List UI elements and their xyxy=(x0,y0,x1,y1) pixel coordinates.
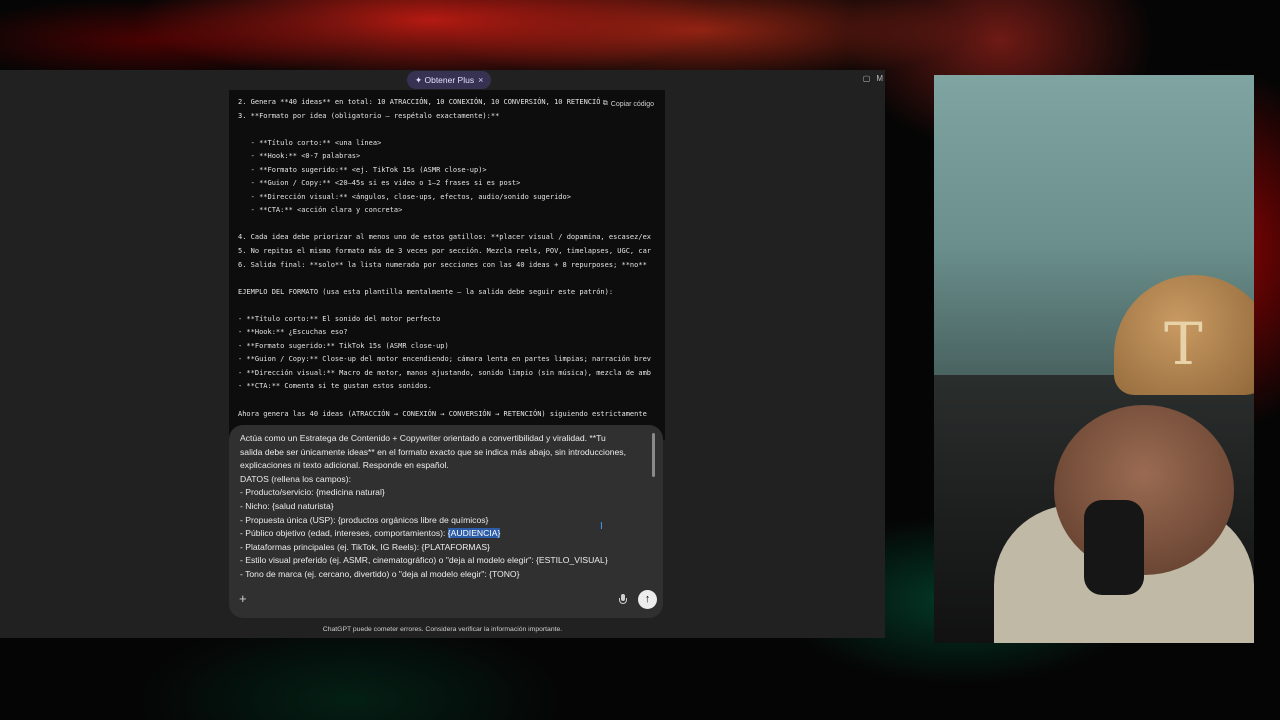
code-line: Ahora genera las 40 ideas (ATRACCIÓN → C… xyxy=(238,409,647,418)
chatgpt-window: ✦ Obtener Plus × ▢ M 2. Genera **40 idea… xyxy=(0,70,885,638)
webcam-overlay: T xyxy=(934,75,1254,643)
code-line: 3. **Formato por idea (obligatorio — res… xyxy=(238,111,500,120)
prompt-line: DATOS (rellena los campos): xyxy=(240,473,351,484)
prompt-line: - Tono de marca (ej. cercano, divertido)… xyxy=(240,568,520,579)
code-line: - **Título corto:** El sonido del motor … xyxy=(238,314,441,323)
prompt-line: - Producto/servicio: {medicina natural} xyxy=(240,487,385,498)
code-line: - **CTA:** Comenta si te gustan estos so… xyxy=(238,382,432,391)
prompt-line: - Estilo visual preferido (ej. ASMR, cin… xyxy=(240,555,608,566)
get-plus-label: ✦ Obtener Plus xyxy=(415,75,475,85)
prompt-line-audience: - Público objetivo (edad, intereses, com… xyxy=(240,527,645,541)
code-line: 4. Cada idea debe priorizar al menos uno… xyxy=(238,233,652,242)
code-line: - **Hook:** <0-7 palabras> xyxy=(238,152,361,161)
corner-controls: ▢ M xyxy=(863,74,883,83)
code-line: - **Título corto:** <una línea> xyxy=(238,138,382,147)
copy-code-button[interactable]: ⧉ Copiar código xyxy=(599,99,657,109)
copy-code-label: Copiar código xyxy=(610,100,654,108)
text-cursor-icon: I xyxy=(600,521,603,532)
prompt-input[interactable]: Actúa como un Estratega de Contenido + C… xyxy=(240,432,645,584)
prompt-line: - Nicho: {salud naturista} xyxy=(240,500,334,511)
copy-icon: ⧉ xyxy=(602,100,608,107)
audience-selected-text[interactable]: {AUDIENCIA} xyxy=(447,528,501,539)
get-plus-button[interactable]: ✦ Obtener Plus × xyxy=(407,71,492,89)
code-block: 2. Genera **40 ideas** en total: 10 ATRA… xyxy=(229,90,665,440)
code-line: - **Dirección visual:** <ángulos, close-… xyxy=(238,192,571,201)
prompt-line: - Propuesta única (USP): {productos orgá… xyxy=(240,514,489,525)
disclaimer-text: ChatGPT puede cometer errores. Considera… xyxy=(322,626,563,633)
microphone xyxy=(1084,500,1144,595)
code-line: - **CTA:** <acción clara y concreta> xyxy=(238,206,403,215)
code-line: - **Formato sugerido:** TikTok 15s (ASMR… xyxy=(238,341,449,350)
add-attachment-button[interactable]: + xyxy=(239,591,247,606)
prompt-line: explicaciones ni texto adicional. Respon… xyxy=(240,460,449,471)
code-line: 6. Salida final: **solo** la lista numer… xyxy=(238,260,647,269)
close-icon[interactable]: × xyxy=(478,71,483,89)
code-line: - **Guion / Copy:** <20–45s si es video … xyxy=(238,179,521,188)
microphone-icon[interactable] xyxy=(618,594,628,606)
corner-label[interactable]: M xyxy=(876,74,883,83)
audience-prefix: - Público objetivo (edad, intereses, com… xyxy=(240,528,448,539)
code-line: - **Formato sugerido:** <ej. TikTok 15s … xyxy=(238,165,487,174)
code-line: - **Hook:** ¿Escuchas eso? xyxy=(238,328,348,337)
code-line: - **Guion / Copy:** Close-up del motor e… xyxy=(238,355,652,364)
prompt-line: Actúa como un Estratega de Contenido + C… xyxy=(240,433,606,443)
code-lines: 2. Genera **40 ideas** en total: 10 ATRA… xyxy=(238,96,663,421)
message-composer[interactable]: Actúa como un Estratega de Contenido + C… xyxy=(229,425,663,618)
person-face xyxy=(1054,405,1234,575)
prompt-line: - Restricciones (qué evitar): {RESTRICCI… xyxy=(240,582,645,584)
code-line: - **Dirección visual:** Macro de motor, … xyxy=(238,368,652,377)
code-line: EJEMPLO DEL FORMATO (usa esta plantilla … xyxy=(238,287,614,296)
send-button[interactable]: ↑ xyxy=(638,590,657,609)
prompt-line: - Plataformas principales (ej. TikTok, I… xyxy=(240,541,490,552)
cap-logo: T xyxy=(1164,310,1203,378)
code-line: 5. No repitas el mismo formato más de 3 … xyxy=(238,247,652,256)
window-icon[interactable]: ▢ xyxy=(863,74,871,83)
top-bar: ✦ Obtener Plus × ▢ M xyxy=(0,70,885,90)
prompt-line: salida debe ser únicamente ideas** en el… xyxy=(240,446,626,457)
composer-scrollbar[interactable] xyxy=(652,433,655,477)
